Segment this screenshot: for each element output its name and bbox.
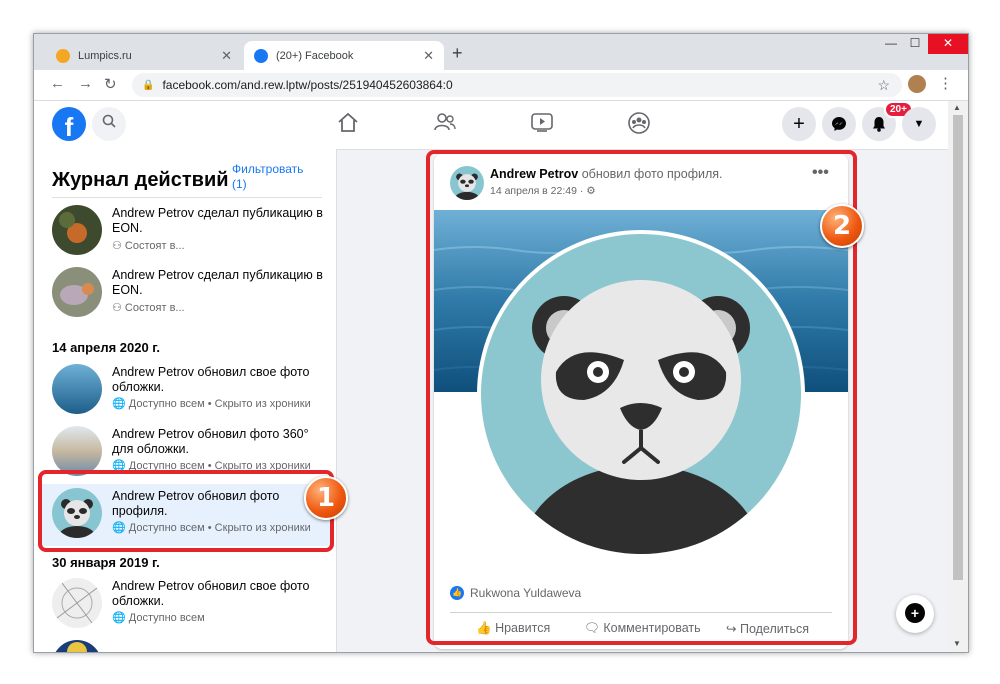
list-item[interactable]: Andrew Petrov обновил свое фото обложки.… [38,360,330,422]
highlight-box-post [426,150,857,645]
lumpics-favicon-icon [56,48,70,63]
scroll-down-icon[interactable]: ▼ [953,639,961,648]
step-marker-2: 2 [820,204,864,248]
watch-icon[interactable] [530,111,554,139]
tab-lumpics[interactable]: Lumpics.ru ✕ [46,41,242,70]
entry-text: Andrew Petrov сделал публикацию в EON. [112,268,323,297]
close-tab-icon[interactable]: ✕ [221,48,232,64]
entry-meta: ⚇ Состоят в... [112,240,185,252]
forward-button[interactable]: → [78,75,93,92]
thumbnail [52,364,102,414]
facebook-favicon-icon [254,48,268,63]
browser-menu-icon[interactable]: ⋮ [938,74,953,92]
thumbnail [52,205,102,255]
list-item[interactable]: Andrew Petrov обновил свое фото обложки.… [38,574,330,636]
tab-title: Lumpics.ru [78,49,132,62]
date-header: 30 января 2019 г. [52,555,160,570]
address-bar[interactable]: 🔒 facebook.com/and.rew.lptw/posts/251940… [132,73,902,97]
new-message-button[interactable]: + [896,595,934,633]
messenger-icon[interactable] [822,107,856,141]
maximize-button[interactable]: ☐ [904,34,926,54]
tab-strip: Lumpics.ru ✕ (20+) Facebook ✕ + — ☐ ✕ [34,34,968,70]
scroll-up-icon[interactable]: ▲ [953,103,961,112]
reload-button[interactable]: ↻ [104,75,117,93]
minimize-button[interactable]: — [880,34,902,54]
activity-log-title: Журнал действий [52,169,229,191]
entry-meta-text: Состоят в... [124,240,185,252]
tab-title: (20+) Facebook [276,49,354,62]
new-tab-button[interactable]: + [452,43,463,64]
entry-meta: 🌐 Доступно всем [112,612,205,624]
entry-meta-text: Доступно всем • Скрыто из хроники [128,398,311,410]
list-item[interactable] [38,636,330,652]
thumbnail [52,426,102,476]
lock-icon: 🔒 [142,79,155,91]
close-window-button[interactable]: ✕ [928,34,968,54]
filter-count: (1) [232,177,247,191]
entry-text: Andrew Petrov обновил фото 360° для обло… [112,427,309,456]
bookmark-star-icon[interactable]: ☆ [877,77,890,94]
entry-meta: ⚇ Состоят в... [112,302,185,314]
activity-log-panel: Журнал действий Фильтровать (1) Andrew P… [34,149,337,652]
create-button[interactable]: + [782,107,816,141]
search-icon[interactable] [92,107,126,141]
filter-label: Фильтровать [232,162,304,176]
page-scrollbar[interactable]: ▲ ▼ [948,101,968,652]
divider [52,197,322,198]
close-tab-icon[interactable]: ✕ [423,48,434,64]
thumbnail [52,267,102,317]
list-item[interactable]: Andrew Petrov сделал публикацию в EON. ⚇… [38,263,330,325]
friends-icon[interactable] [433,111,457,139]
entry-meta-text: Состоят в... [124,302,185,314]
date-header: 14 апреля 2020 г. [52,340,161,355]
filter-link[interactable]: Фильтровать (1) [232,162,303,192]
entry-meta-text: Доступно всем [128,612,205,624]
thumbnail [52,640,102,652]
home-icon[interactable] [336,111,360,139]
compose-icon: + [905,603,925,623]
groups-icon[interactable] [627,111,651,141]
entry-meta: 🌐 Доступно всем • Скрыто из хроники [112,398,311,410]
highlight-box-entry [38,470,334,552]
profile-avatar[interactable] [908,75,926,93]
back-button[interactable]: ← [50,75,65,92]
list-item[interactable]: Andrew Petrov сделал публикацию в EON. ⚇… [38,201,330,263]
url-text: facebook.com/and.rew.lptw/posts/25194045… [162,78,453,92]
entry-text: Andrew Petrov сделал публикацию в EON. [112,206,323,235]
tab-facebook[interactable]: (20+) Facebook ✕ [244,41,444,70]
step-marker-1: 1 [304,476,348,520]
facebook-header: f + 20+ ▼ [34,101,948,150]
scrollbar-thumb[interactable] [953,115,963,580]
thumbnail [52,578,102,628]
account-menu-button[interactable]: ▼ [902,107,936,141]
entry-text: Andrew Petrov обновил свое фото обложки. [112,579,310,608]
entry-text: Andrew Petrov обновил свое фото обложки. [112,365,310,394]
browser-toolbar: ← → ↻ 🔒 facebook.com/and.rew.lptw/posts/… [34,70,968,101]
facebook-logo[interactable]: f [52,107,86,141]
